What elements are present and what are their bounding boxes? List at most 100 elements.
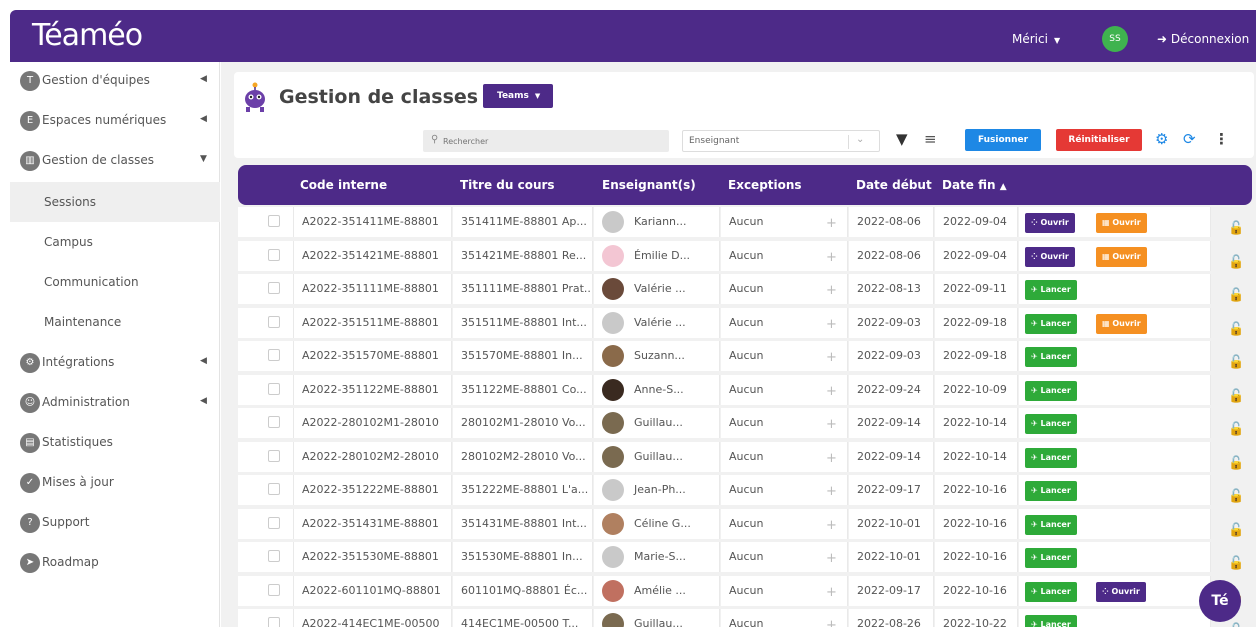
sidebar-item-roadmap[interactable]: ➤ Roadmap xyxy=(10,544,220,584)
add-exception-icon[interactable]: + xyxy=(826,444,837,472)
lancer-button[interactable]: ✈ Lancer xyxy=(1025,581,1077,602)
table-header: Code interne Titre du cours Enseignant(s… xyxy=(238,165,1252,205)
table-row: A2022-351411ME-88801 351411ME-88801 Ap...… xyxy=(238,205,1256,238)
lancer-button[interactable]: ✈ Lancer xyxy=(1025,615,1077,627)
row-checkbox[interactable] xyxy=(268,516,280,529)
lancer-button[interactable]: ✈ Lancer xyxy=(1025,380,1077,401)
app-logo[interactable]: Téaméo xyxy=(32,18,143,53)
row-checkbox[interactable] xyxy=(268,550,280,562)
row-checkbox[interactable] xyxy=(268,583,280,596)
avatar[interactable]: SS xyxy=(1102,26,1128,52)
merge-button[interactable]: Fusionner xyxy=(965,129,1041,151)
ouvrir-button[interactable]: ⁘ Ouvrir xyxy=(1025,246,1075,267)
logout-button[interactable]: ➜ Déconnexion xyxy=(1157,32,1249,46)
chat-launcher-button[interactable]: Té xyxy=(1199,580,1241,622)
unlock-icon[interactable]: 🔓 xyxy=(1228,214,1244,237)
lancer-button[interactable]: ✈ Lancer xyxy=(1025,313,1077,334)
exceptions-value: Aucun xyxy=(729,215,764,228)
add-exception-icon[interactable]: + xyxy=(826,578,837,606)
teacher-cell: Suzann... xyxy=(594,341,720,371)
unlock-icon[interactable]: 🔓 xyxy=(1228,382,1244,405)
add-exception-icon[interactable]: + xyxy=(826,611,837,627)
teams-dropdown-button[interactable]: Teams ▼ xyxy=(483,84,553,108)
gear-icon[interactable]: ⚙ xyxy=(1155,130,1168,148)
unlock-icon[interactable]: 🔓 xyxy=(1228,348,1244,371)
teacher-select[interactable]: Enseignant ⌄ xyxy=(682,130,880,152)
add-exception-icon[interactable]: + xyxy=(826,511,837,539)
row-checkbox[interactable] xyxy=(268,617,280,627)
sidebar-item-espaces[interactable]: E Espaces numériques ◀ xyxy=(10,102,220,142)
actions-cell: ✈ Lancer xyxy=(1019,408,1211,438)
unlock-icon[interactable]: 🔓 xyxy=(1228,281,1244,304)
lancer-button[interactable]: ✈ Lancer xyxy=(1025,280,1077,300)
ouvrir-button[interactable]: ⁘ Ouvrir xyxy=(1025,213,1075,233)
row-checkbox[interactable] xyxy=(268,315,280,328)
sidebar-item-maintenance[interactable]: Maintenance xyxy=(10,302,220,342)
sidebar-item-gestion-equipes[interactable]: T Gestion d'équipes ◀ xyxy=(10,62,220,102)
sidebar-item-administration[interactable]: ☺ Administration ◀ xyxy=(10,384,220,424)
add-exception-icon[interactable]: + xyxy=(826,310,837,338)
row-checkbox[interactable] xyxy=(268,215,280,227)
unlock-icon[interactable]: 🔓 xyxy=(1228,415,1244,438)
col-date-fin[interactable]: Date fin ▲ xyxy=(942,178,1007,192)
title-cell: 351530ME-88801 In... xyxy=(453,542,593,572)
unlock-icon[interactable]: 🔓 xyxy=(1228,248,1244,271)
add-exception-icon[interactable]: + xyxy=(826,343,837,371)
col-date-debut[interactable]: Date début xyxy=(856,178,932,192)
row-checkbox[interactable] xyxy=(268,483,280,495)
sidebar-item-mises-a-jour[interactable]: ✓ Mises à jour xyxy=(10,464,220,504)
refresh-icon[interactable]: ⟳ xyxy=(1183,130,1196,148)
ouvrir-button[interactable]: ▦ Ouvrir xyxy=(1096,246,1147,267)
col-code-interne[interactable]: Code interne xyxy=(300,178,387,192)
add-exception-icon[interactable]: + xyxy=(826,209,837,237)
sidebar-item-integrations[interactable]: ⚙ Intégrations ◀ xyxy=(10,344,220,384)
lancer-button[interactable]: ✈ Lancer xyxy=(1025,414,1077,434)
lancer-button[interactable]: ✈ Lancer xyxy=(1025,447,1077,468)
sidebar-item-statistiques[interactable]: ▤ Statistiques xyxy=(10,424,220,464)
row-checkbox[interactable] xyxy=(268,416,280,428)
sidebar-item-support[interactable]: ? Support xyxy=(10,504,220,544)
user-icon: ☺ xyxy=(20,393,40,413)
ouvrir-button[interactable]: ⁘ Ouvrir xyxy=(1096,581,1146,602)
search-input[interactable] xyxy=(443,133,663,149)
filter-icon[interactable]: ▼ xyxy=(896,130,908,148)
sidebar-item-campus[interactable]: Campus xyxy=(10,222,220,262)
lancer-button[interactable]: ✈ Lancer xyxy=(1025,548,1077,568)
unlock-icon[interactable]: 🔓 xyxy=(1228,516,1244,539)
row-checkbox[interactable] xyxy=(268,248,280,261)
lancer-button[interactable]: ✈ Lancer xyxy=(1025,347,1077,367)
unlock-icon[interactable]: 🔓 xyxy=(1228,315,1244,338)
more-vertical-icon[interactable]: ⋮ xyxy=(1214,130,1229,148)
actions-cell: ✈ Lancer xyxy=(1019,475,1211,505)
unlock-icon[interactable]: 🔓 xyxy=(1228,482,1244,505)
unlock-icon[interactable]: 🔓 xyxy=(1228,549,1244,572)
lancer-button[interactable]: ✈ Lancer xyxy=(1025,514,1077,535)
col-titre-cours[interactable]: Titre du cours xyxy=(460,178,555,192)
user-menu[interactable]: Mérici ▼ xyxy=(1012,32,1060,46)
sidebar-item-communication[interactable]: Communication xyxy=(10,262,220,302)
col-enseignants[interactable]: Enseignant(s) xyxy=(602,178,696,192)
table-row: A2022-351222ME-88801 351222ME-88801 L'a..… xyxy=(238,473,1256,506)
row-checkbox[interactable] xyxy=(268,382,280,395)
sliders-icon[interactable]: ≡ xyxy=(924,130,937,148)
row-checkbox[interactable] xyxy=(268,282,280,294)
lancer-button[interactable]: ✈ Lancer xyxy=(1025,481,1077,501)
ouvrir-button[interactable]: ▦ Ouvrir xyxy=(1096,313,1147,334)
add-exception-icon[interactable]: + xyxy=(826,477,837,505)
ouvrir-button[interactable]: ▦ Ouvrir xyxy=(1096,213,1147,233)
sidebar-item-gestion-classes[interactable]: ▥ Gestion de classes ▼ xyxy=(10,142,220,182)
reset-button[interactable]: Réinitialiser xyxy=(1056,129,1142,151)
add-exception-icon[interactable]: + xyxy=(826,276,837,304)
add-exception-icon[interactable]: + xyxy=(826,377,837,405)
col-exceptions[interactable]: Exceptions xyxy=(728,178,802,192)
title-cell: 280102M2-28010 Vo... xyxy=(453,441,593,472)
user-name: Mérici xyxy=(1012,32,1048,46)
add-exception-icon[interactable]: + xyxy=(826,243,837,271)
add-exception-icon[interactable]: + xyxy=(826,410,837,438)
title-cell: 601101MQ-88801 Éc... xyxy=(453,575,593,606)
unlock-icon[interactable]: 🔓 xyxy=(1228,449,1244,472)
row-checkbox[interactable] xyxy=(268,449,280,462)
sidebar-item-sessions[interactable]: Sessions xyxy=(10,182,220,222)
add-exception-icon[interactable]: + xyxy=(826,544,837,572)
row-checkbox[interactable] xyxy=(268,349,280,361)
